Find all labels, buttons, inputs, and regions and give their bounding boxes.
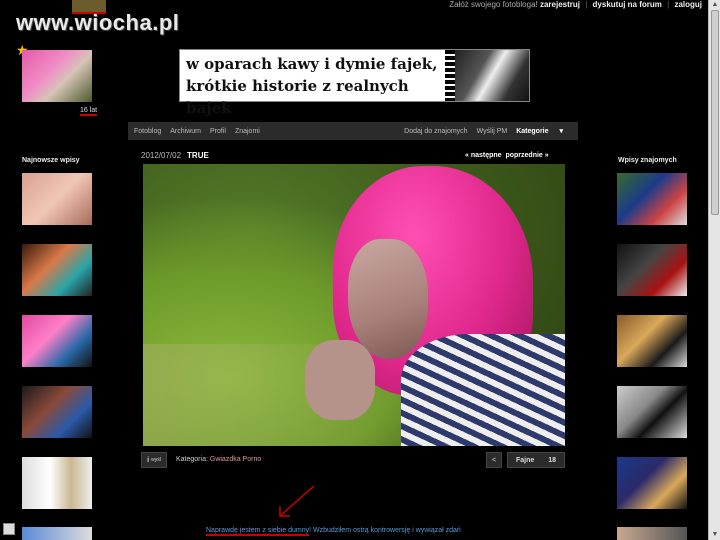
- page-icon[interactable]: [3, 523, 15, 535]
- separator: |: [667, 0, 670, 9]
- right-sidebar-title: Wpisy znajomych: [618, 157, 677, 164]
- post-category: Kategoria: Gwiazdka Porno: [176, 456, 261, 463]
- post-photo[interactable]: [143, 164, 565, 446]
- banner-text: w oparach kawy i dymie fajek, krótkie hi…: [180, 50, 445, 117]
- right-thumb-5[interactable]: [617, 457, 687, 509]
- nav-send-pm[interactable]: Wyślij PM: [477, 128, 508, 135]
- category-label: Kategoria:: [176, 456, 208, 463]
- nav-znajomi[interactable]: Znajomi: [235, 128, 260, 135]
- nav-profil[interactable]: Profil: [210, 128, 226, 135]
- post-date: 2012/07/02 TRUE: [141, 151, 209, 160]
- post-pagination: « następne poprzednie »: [465, 152, 549, 159]
- nav-archiwum[interactable]: Archiwum: [170, 128, 201, 135]
- left-thumb-3[interactable]: [22, 315, 92, 367]
- banner-line-1: w oparach kawy i dymie fajek,: [186, 55, 438, 73]
- banner-photo: [455, 50, 529, 101]
- like-label: Fajne: [516, 456, 535, 464]
- like-count: 18: [548, 456, 556, 464]
- share-button[interactable]: <: [486, 452, 502, 468]
- post-action-bar: i wyśl Kategoria: Gwiazdka Porno < Fajne…: [141, 452, 566, 468]
- profile-avatar[interactable]: [22, 50, 92, 102]
- blog-banner[interactable]: w oparach kawy i dymie fajek, krótkie hi…: [179, 49, 530, 117]
- blog-navbar: Fotoblog Archiwum Profil Znajomi Dodaj d…: [128, 122, 578, 140]
- info-sub: wyśl: [151, 457, 161, 463]
- left-thumb-1[interactable]: [22, 173, 92, 225]
- login-link[interactable]: zaloguj: [674, 0, 702, 9]
- signup-prompt: Załóż swojego fotobloga!: [449, 0, 538, 9]
- nav-add-friend[interactable]: Dodaj do znajomych: [404, 128, 467, 135]
- right-thumb-2[interactable]: [617, 244, 687, 296]
- post-date-value: 2012/07/02: [141, 151, 182, 160]
- scroll-up-icon[interactable]: ▲: [709, 0, 720, 10]
- photo-hand: [305, 340, 375, 420]
- like-button[interactable]: Fajne 18: [507, 452, 565, 468]
- info-icon: i: [147, 456, 150, 464]
- comment-highlight[interactable]: Naprawdę jestem z siebie dumny: [206, 527, 310, 536]
- post-title: TRUE: [187, 151, 209, 160]
- right-thumb-3[interactable]: [617, 315, 687, 367]
- left-thumb-2[interactable]: [22, 244, 92, 296]
- comment-rest[interactable]: ! Wzbudziłem ostrą kontrowersję i wywiąz…: [309, 527, 461, 534]
- left-sidebar-title: Najnowsze wpisy: [22, 157, 80, 164]
- photo-face: [348, 239, 428, 359]
- nav-categories-label: Kategorie: [516, 128, 549, 135]
- chevron-down-icon: ▾: [559, 128, 563, 135]
- left-thumb-5[interactable]: [22, 457, 92, 509]
- top-links: Załóż swojego fotobloga! zarejestruj | d…: [449, 0, 702, 9]
- right-thumb-1[interactable]: [617, 173, 687, 225]
- photo-shirt: [401, 334, 565, 446]
- separator: |: [585, 0, 588, 9]
- right-thumb-4[interactable]: [617, 386, 687, 438]
- profile-age: 16 lat: [80, 107, 98, 116]
- left-thumb-4[interactable]: [22, 386, 92, 438]
- next-post-link[interactable]: « następne: [465, 152, 502, 159]
- category-link[interactable]: Gwiazdka Porno: [210, 456, 261, 463]
- info-button[interactable]: i wyśl: [141, 452, 167, 468]
- film-strip-icon: [445, 50, 455, 101]
- right-thumb-6[interactable]: [617, 527, 687, 540]
- comment-line: Naprawdę jestem z siebie dumny! Wzbudził…: [206, 527, 461, 536]
- nav-categories-dropdown[interactable]: Kategorie ▾: [516, 127, 572, 135]
- left-thumb-6[interactable]: [22, 527, 92, 540]
- red-arrow-annotation: [279, 485, 315, 517]
- share-icon: <: [491, 456, 497, 464]
- banner-line-2: krótkie historie z realnych bajek: [186, 77, 409, 117]
- forum-link[interactable]: dyskutuj na forum: [593, 0, 662, 9]
- scrollbar-thumb[interactable]: [711, 10, 719, 215]
- page-scrollbar[interactable]: ▲ ▼: [708, 0, 720, 540]
- nav-fotoblog[interactable]: Fotoblog: [134, 128, 161, 135]
- prev-post-link[interactable]: poprzednie »: [505, 152, 548, 159]
- register-link[interactable]: zarejestruj: [540, 0, 580, 9]
- scroll-down-icon[interactable]: ▼: [709, 530, 720, 540]
- site-watermark: www.wiocha.pl: [16, 10, 180, 35]
